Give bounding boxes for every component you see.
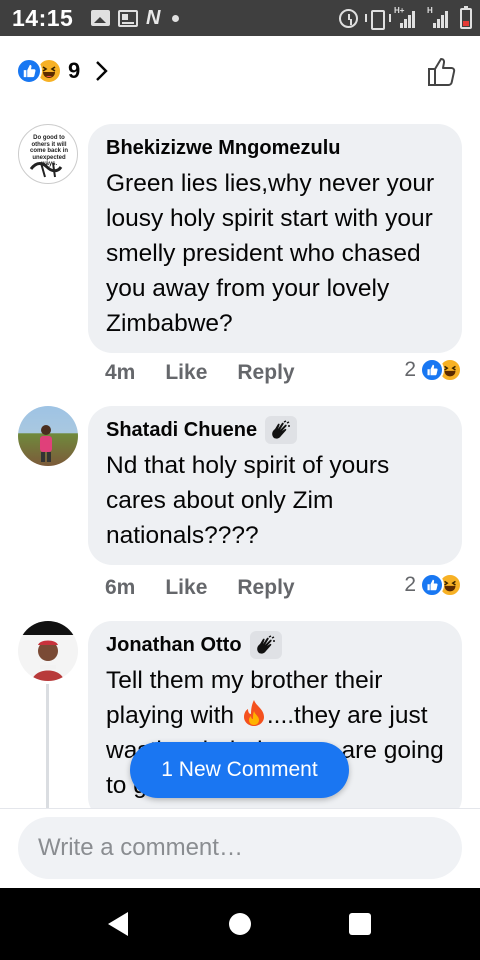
comment-time[interactable]: 4m [105, 361, 135, 385]
thread-line [46, 684, 49, 808]
battery-icon [460, 5, 472, 29]
comment-actions: 4m Like Reply [105, 361, 295, 385]
fire-emoji [243, 700, 264, 726]
comment-text: Green lies lies,why never your lousy hol… [106, 170, 435, 337]
like-icon [420, 358, 444, 382]
avatar-sketch [29, 162, 63, 178]
network-type-label: H [427, 6, 433, 15]
reply-button[interactable]: Reply [237, 576, 294, 600]
chevron-right-icon [96, 61, 108, 81]
like-icon [420, 573, 444, 597]
gallery-icon [91, 10, 110, 26]
comment-composer: Write a comment… [0, 808, 480, 888]
news-icon [118, 9, 138, 27]
like-outline-icon[interactable] [426, 56, 458, 88]
wave-hands-icon [265, 416, 298, 444]
comment-input[interactable]: Write a comment… [18, 817, 462, 879]
dot-icon [172, 14, 180, 22]
reaction-summary[interactable]: 9 [16, 58, 110, 84]
wave-hands-icon [249, 631, 282, 659]
like-icon [16, 58, 42, 84]
new-comment-button[interactable]: 1 New Comment [130, 742, 349, 798]
comment-actions: 6m Like Reply [105, 576, 295, 600]
comment-author[interactable]: Shatadi Chuene [106, 419, 257, 442]
home-icon[interactable] [229, 913, 251, 935]
avatar-person [40, 425, 52, 462]
reaction-count: 9 [68, 58, 81, 83]
reactions-header: 9 [0, 36, 480, 108]
avatar[interactable] [18, 406, 78, 466]
comment-reaction-count: 2 [404, 358, 416, 381]
reply-button[interactable]: Reply [237, 361, 294, 385]
comment-text: Nd that holy spirit of yours cares about… [106, 452, 390, 549]
comment-reactions[interactable]: 2 [404, 573, 462, 597]
back-icon[interactable] [108, 912, 128, 936]
signal-icon: H+ [394, 6, 420, 28]
comment-reactions[interactable]: 2 [404, 358, 462, 382]
comment-reaction-count: 2 [404, 573, 416, 596]
status-time: 14:15 [12, 5, 74, 31]
comment-time[interactable]: 6m [105, 576, 135, 600]
comment-bubble[interactable]: Shatadi Chuene Nd that holy spirit of yo… [88, 406, 462, 565]
avatar[interactable] [18, 621, 78, 681]
comment-author[interactable]: Bhekizizwe Mngomezulu [106, 134, 444, 162]
recents-icon[interactable] [349, 913, 371, 935]
comment-author-row: Jonathan Otto [106, 631, 444, 659]
status-right-icons: H+ H [339, 5, 472, 31]
comment-author-row: Shatadi Chuene [106, 416, 444, 444]
n-app-icon: N [146, 7, 161, 29]
avatar[interactable]: Do good to others it will come back in u… [18, 124, 78, 184]
comment-author[interactable]: Jonathan Otto [106, 634, 242, 657]
network-type-label: H+ [394, 6, 405, 15]
vibrate-icon [365, 9, 391, 30]
status-bar: 14:15 N H+ H [0, 0, 480, 36]
signal-icon: H [427, 6, 451, 28]
like-button[interactable]: Like [165, 361, 207, 385]
like-button[interactable]: Like [165, 576, 207, 600]
comment-bubble[interactable]: Bhekizizwe Mngomezulu Green lies lies,wh… [88, 124, 462, 353]
status-left-icons: N [91, 7, 180, 29]
system-nav-bar [0, 888, 480, 960]
avatar-person [18, 621, 78, 681]
alarm-icon [339, 8, 358, 28]
